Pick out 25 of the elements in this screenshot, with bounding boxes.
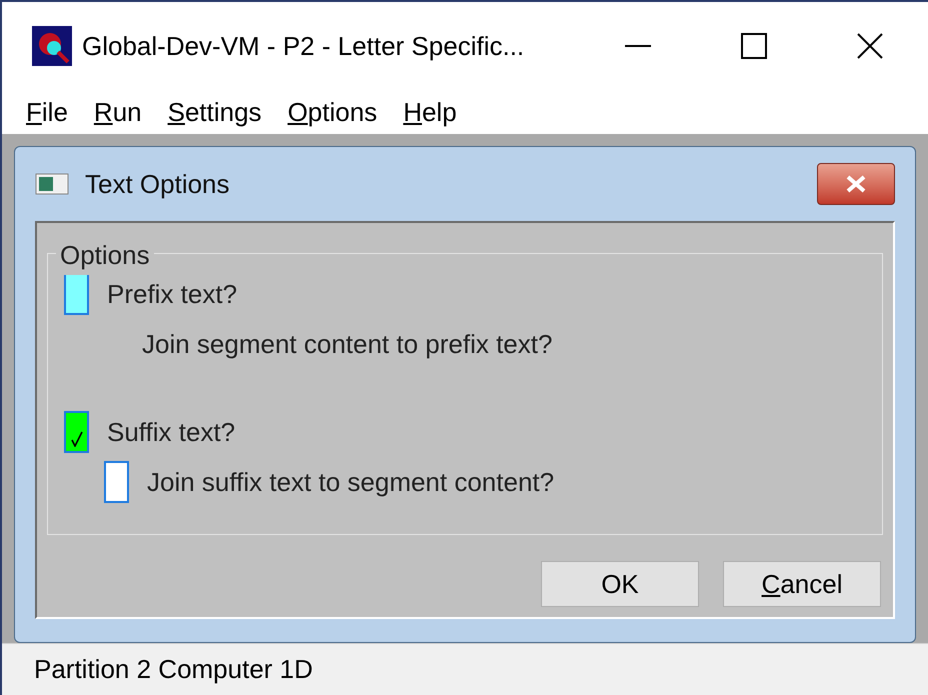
checkbox[interactable] (64, 273, 89, 315)
minimize-icon (625, 45, 651, 47)
menu-item[interactable]: Help (403, 92, 457, 132)
window-title: Global-Dev-VM - P2 - Letter Specific... (82, 30, 524, 62)
option-label: Prefix text? (107, 278, 238, 310)
maximize-icon (741, 33, 767, 59)
dialog-title: Text Options (85, 168, 230, 200)
option-label: Suffix text? (107, 416, 236, 448)
menu-item[interactable]: Settings (168, 92, 262, 132)
menu-item[interactable]: File (26, 92, 68, 132)
option-label: Join segment content to prefix text? (142, 328, 552, 360)
dialog-button[interactable]: OK (541, 561, 699, 607)
close-icon (845, 175, 867, 193)
app-icon (32, 26, 72, 66)
close-icon (857, 33, 883, 59)
option-label: Join suffix text to segment content? (147, 466, 554, 498)
checkbox[interactable] (64, 411, 89, 453)
check-icon (70, 431, 82, 447)
menu-item[interactable]: Options (288, 92, 378, 132)
checkbox[interactable] (104, 461, 129, 503)
status-text: Partition 2 Computer 1D (34, 653, 313, 686)
dialog-icon (35, 173, 69, 195)
menu-item[interactable]: Run (94, 92, 142, 132)
dialog-button[interactable]: Cancel (723, 561, 881, 607)
dialog-close-button[interactable] (817, 163, 895, 205)
